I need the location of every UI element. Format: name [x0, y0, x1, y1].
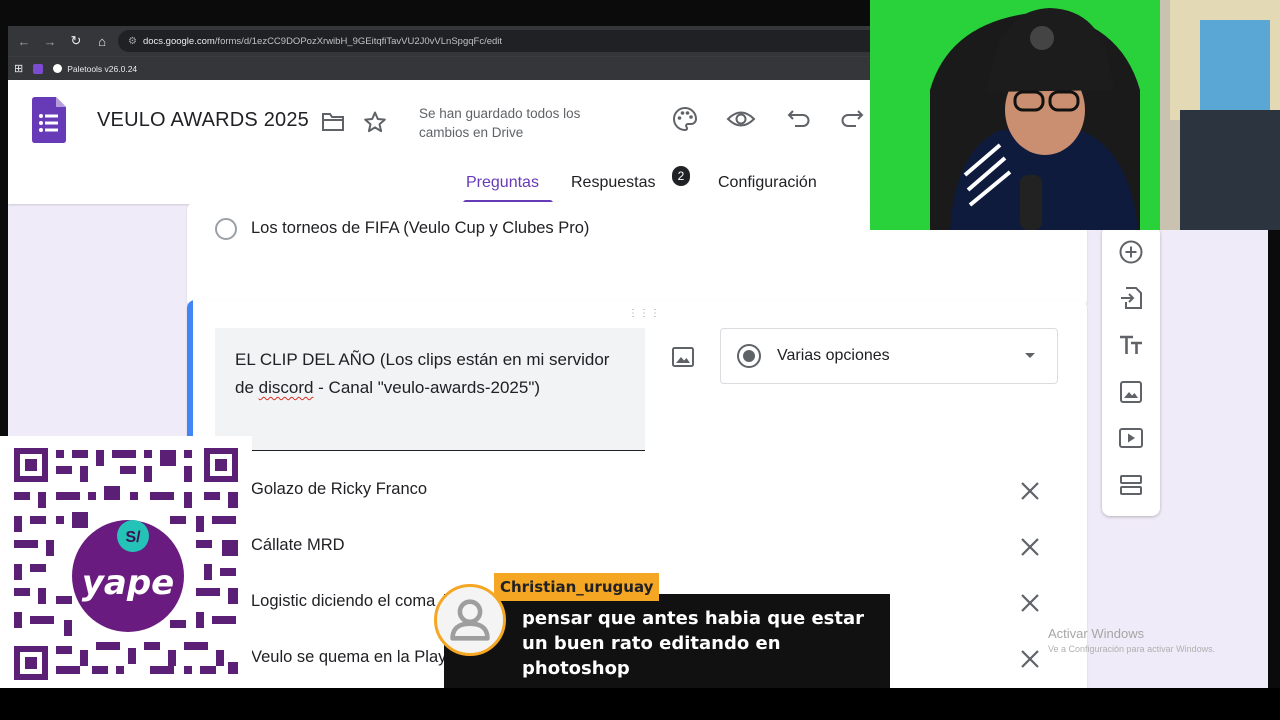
question-type-select[interactable]: Varias opciones — [720, 328, 1058, 384]
import-questions-icon[interactable] — [1117, 284, 1145, 312]
add-section-icon[interactable] — [1117, 471, 1145, 499]
floating-toolbar — [1102, 226, 1160, 516]
choice-option[interactable]: Cállate MRD — [247, 528, 1047, 568]
choice-text[interactable]: Cállate MRD — [251, 536, 345, 555]
radio-button[interactable] — [215, 218, 237, 240]
bookmark-label: Paletools v26.0.24 — [67, 63, 138, 74]
undo-icon[interactable] — [785, 106, 811, 132]
dropdown-caret-icon — [1025, 353, 1035, 358]
question-type-label: Varias opciones — [777, 347, 890, 364]
url-host: docs.google.com — [142, 35, 215, 47]
add-video-icon[interactable] — [1117, 424, 1145, 452]
watermark-line1: Activar Windows — [1048, 626, 1145, 641]
chat-message-box: pensar que antes habia que estar un buen… — [444, 594, 890, 689]
remove-option-icon[interactable] — [1017, 534, 1043, 560]
title-text-icon[interactable] — [1117, 331, 1145, 359]
responses-count-badge: 2 — [672, 166, 690, 186]
tab-configuracion[interactable]: Configuración — [718, 174, 817, 192]
add-image-icon[interactable] — [1117, 378, 1145, 406]
add-question-icon[interactable] — [1117, 238, 1145, 266]
tab-respuestas[interactable]: Respuestas — [571, 174, 656, 192]
google-forms-logo-icon[interactable] — [32, 97, 66, 143]
redo-icon[interactable] — [840, 106, 866, 132]
folder-icon[interactable] — [321, 111, 345, 133]
reload-icon[interactable]: ↻ — [66, 33, 86, 49]
save-status: Se han guardado todos los cambios en Dri… — [419, 106, 581, 140]
choice-text[interactable]: Logistic diciendo el coma — [251, 592, 435, 611]
choice-text[interactable]: Veulo se quema en la Play — [251, 648, 446, 667]
bottom-black-bar — [0, 688, 1280, 720]
remove-option-icon[interactable] — [1017, 478, 1043, 504]
chat-avatar-user-icon — [434, 584, 506, 656]
apps-grid-icon[interactable]: ⊞ — [14, 62, 23, 75]
yape-badge-text: S/ — [125, 529, 141, 546]
bookmark-purple-icon[interactable] — [33, 63, 44, 74]
star-icon[interactable] — [363, 110, 387, 134]
tab-preguntas[interactable]: Preguntas — [466, 174, 539, 192]
paletools-icon — [53, 64, 63, 73]
remove-option-icon[interactable] — [1017, 590, 1043, 616]
radio-type-icon — [737, 344, 761, 368]
home-icon[interactable]: ⌂ — [92, 34, 112, 49]
question-title-field[interactable]: EL CLIP DEL AÑO (Los clips están en mi s… — [215, 328, 645, 451]
chat-message: pensar que antes habia que estar un buen… — [522, 608, 864, 679]
form-title[interactable]: VEULO AWARDS 2025 — [97, 109, 309, 132]
watermark-line2: Ve a Configuración para activar Windows. — [1048, 644, 1216, 654]
option-text: Los torneos de FIFA (Veulo Cup y Clubes … — [251, 219, 590, 237]
remove-option-icon[interactable] — [1017, 646, 1043, 672]
question-title-part2: - Canal "veulo-awards-2025") — [313, 378, 541, 397]
bookmark-paletools[interactable]: Paletools v26.0.24 — [53, 64, 137, 74]
chat-username: Christian_uruguay — [494, 573, 660, 601]
webcam-overlay — [870, 0, 1280, 230]
yape-brand-text: yape — [82, 563, 175, 603]
drag-handle-icon[interactable]: ⋮⋮⋮ — [628, 308, 661, 319]
preview-eye-icon[interactable] — [726, 106, 756, 132]
site-info-icon[interactable]: ⚙ — [128, 36, 137, 47]
question-title-misspelled: discord — [258, 378, 314, 397]
stream-scene: ← → ↻ ⌂ ⚙ docs.google.com/forms/d/1ezCC9… — [0, 0, 1280, 720]
back-icon[interactable]: ← — [14, 34, 34, 49]
question-title: EL CLIP DEL AÑO (Los clips están en mi s… — [235, 346, 625, 402]
windows-activation-watermark: Activar Windows Ve a Configuración para … — [1048, 626, 1215, 654]
forward-icon[interactable]: → — [40, 34, 60, 49]
yape-qr-code[interactable]: S/ yape — [0, 436, 252, 688]
url-path: /forms/d/1ezCC9DOPozXrwibH_9GEitqfiTavVU… — [214, 35, 503, 47]
choice-option[interactable]: Golazo de Ricky Franco — [247, 472, 1047, 512]
add-question-image-icon[interactable] — [671, 346, 695, 368]
choice-text[interactable]: Golazo de Ricky Franco — [251, 480, 427, 499]
palette-icon[interactable] — [672, 106, 698, 132]
